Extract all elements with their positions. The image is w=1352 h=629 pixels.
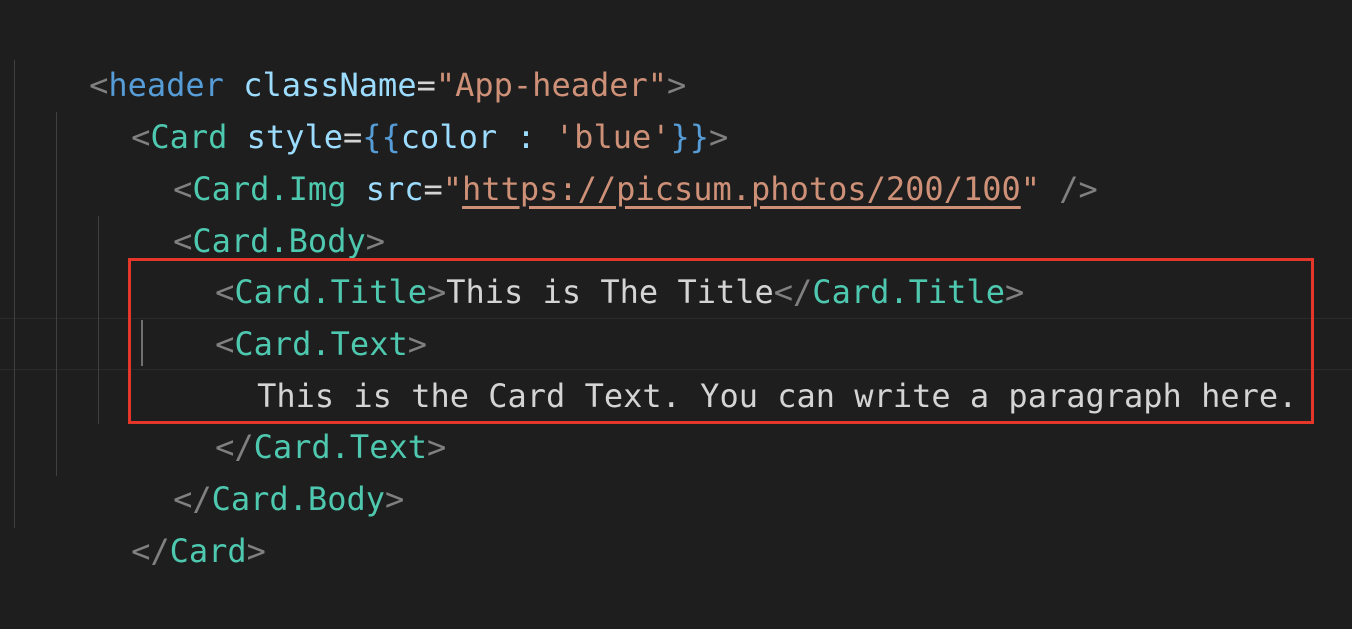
quote-close: " <box>1020 170 1041 208</box>
tag-open-bracket: </ <box>131 532 170 570</box>
highlight-box <box>128 258 1314 424</box>
quote-open: " <box>442 170 463 208</box>
code-line-1[interactable]: <header className="App-header"> <box>12 7 686 104</box>
code-line-3[interactable]: <Card.Img src="https://picsum.photos/200… <box>96 111 1098 208</box>
tag-close-bracket: > <box>246 532 266 570</box>
url-link[interactable]: https://picsum.photos/200/100 <box>462 170 1021 208</box>
code-line-10[interactable]: </Card> <box>54 473 266 570</box>
tag-close-bracket: > <box>384 480 405 518</box>
tag-close-bracket: > <box>426 428 447 466</box>
code-line-2[interactable]: <Card style={{color : 'blue'}}> <box>54 59 728 156</box>
code-line-9[interactable]: </Card.Body> <box>96 421 404 518</box>
component-name: Card <box>169 532 247 570</box>
self-close-bracket: /> <box>1040 170 1098 208</box>
code-line-4[interactable]: <Card.Body> <box>96 163 385 260</box>
equals-sign: = <box>423 170 443 208</box>
code-editor[interactable]: <header className="App-header"> <Card st… <box>0 0 1352 580</box>
